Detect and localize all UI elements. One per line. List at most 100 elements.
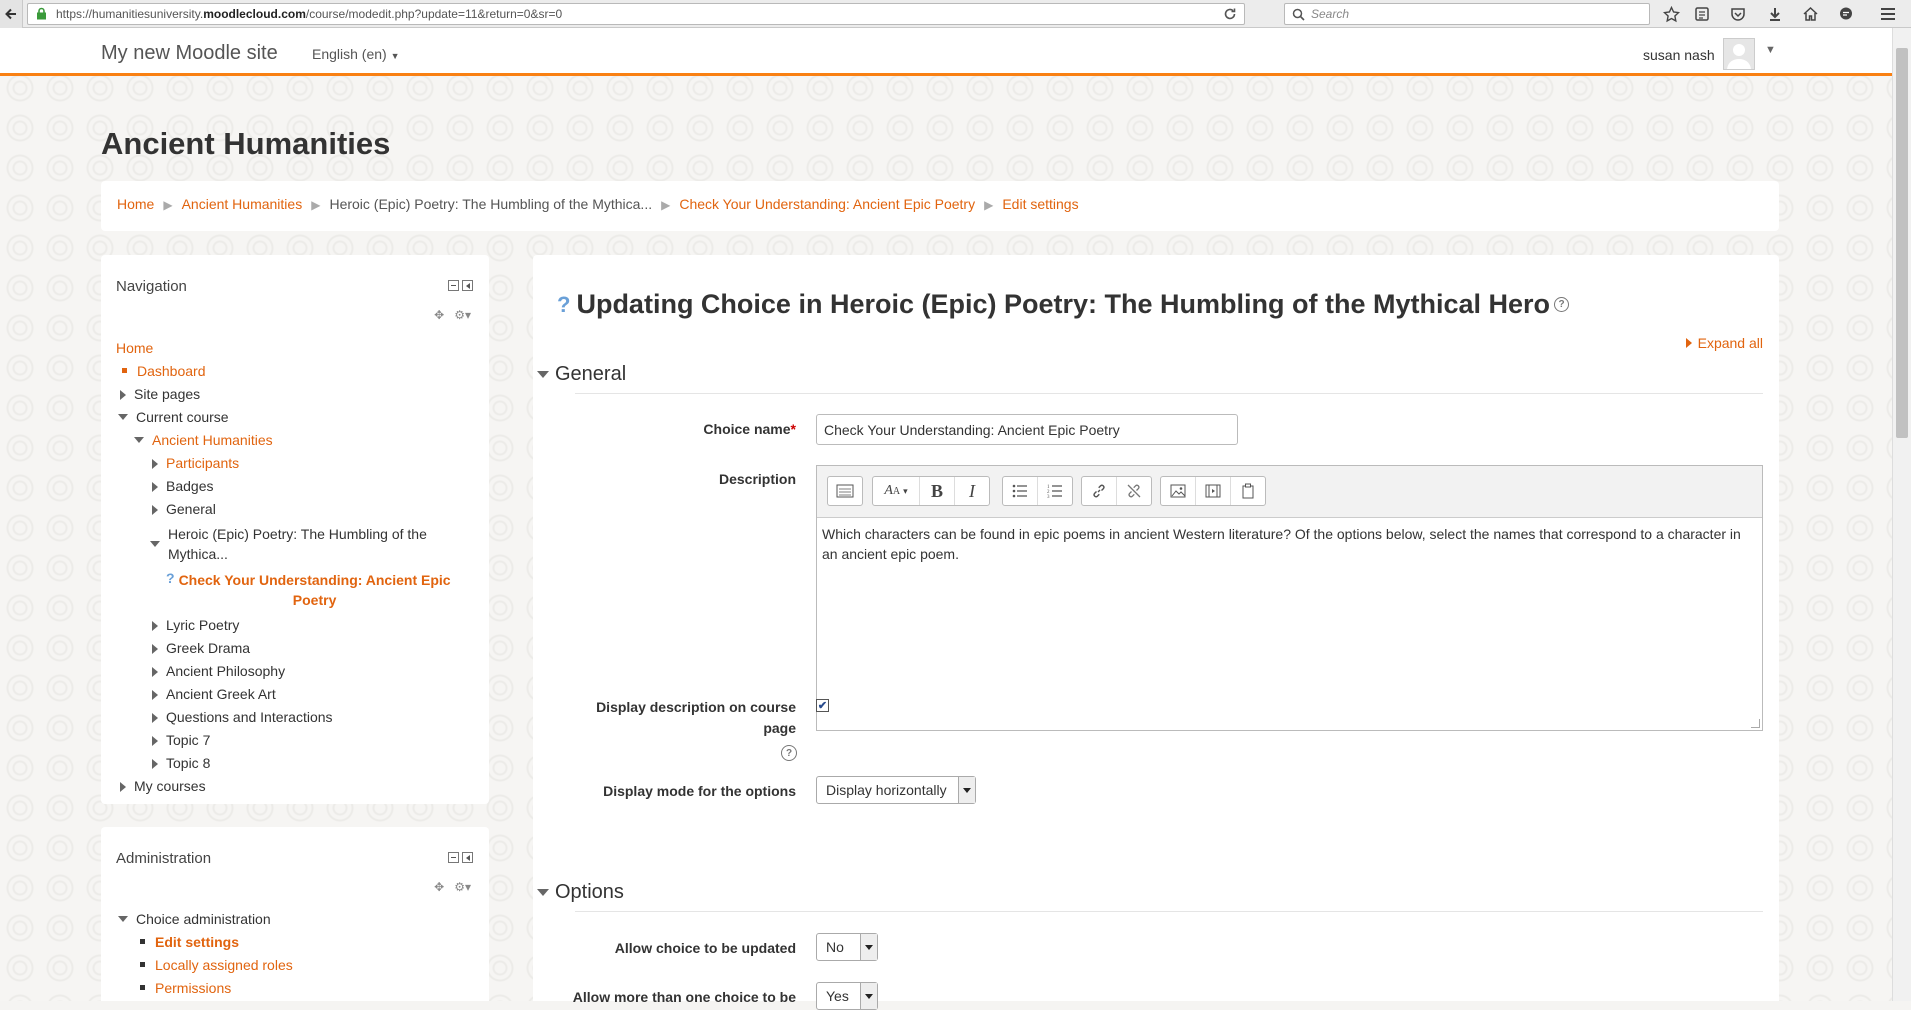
nav-course-link[interactable]: Ancient Humanities [152, 432, 273, 448]
nav-dashboard-link[interactable]: Dashboard [137, 363, 206, 379]
expand-icon[interactable] [152, 690, 158, 700]
description-editor[interactable]: A A ▾ B I 123 Which characters can be foun… [816, 465, 1763, 731]
expand-icon[interactable] [152, 736, 158, 746]
show-more-buttons-icon[interactable] [828, 477, 862, 505]
admin-permissions-link[interactable]: Permissions [155, 980, 231, 996]
description-text[interactable]: Which characters can be found in epic po… [817, 518, 1762, 570]
collapse-icon[interactable] [118, 414, 128, 420]
toolbar-group-toggle [827, 476, 863, 506]
user-name[interactable]: susan nash [1643, 47, 1715, 63]
nav-my-courses-label[interactable]: My courses [134, 778, 206, 794]
general-section-header[interactable]: General [537, 363, 626, 386]
expand-icon[interactable] [152, 644, 158, 654]
breadcrumb-activity[interactable]: Check Your Understanding: Ancient Epic P… [679, 196, 975, 212]
italic-icon[interactable]: I [954, 477, 989, 505]
insert-image-icon[interactable] [1161, 477, 1195, 505]
bookmark-star-icon[interactable] [1662, 5, 1680, 23]
insert-media-icon[interactable] [1195, 477, 1230, 505]
collapse-icon[interactable] [134, 437, 144, 443]
download-icon[interactable] [1766, 5, 1784, 23]
page-scrollbar[interactable] [1892, 28, 1911, 1001]
admin-local-roles-link[interactable]: Locally assigned roles [155, 957, 293, 973]
reload-icon[interactable] [1222, 6, 1238, 22]
nav-topic7-label[interactable]: Topic 7 [166, 732, 210, 748]
help-icon[interactable]: ? [1554, 297, 1570, 312]
nav-heroic-label[interactable]: Heroic (Epic) Poetry: The Humbling of th… [168, 524, 427, 564]
move-icon[interactable]: ✥ [434, 308, 444, 322]
paragraph-styles-icon[interactable]: A A ▾ [873, 477, 919, 505]
admin-edit-settings-link[interactable]: Edit settings [155, 934, 239, 950]
admin-choice-admin-label[interactable]: Choice administration [136, 911, 271, 927]
bold-icon[interactable]: B [919, 477, 954, 505]
language-menu[interactable]: English (en) ▼ [312, 46, 400, 62]
block-actions: ✥ ⚙▾ [434, 308, 471, 322]
nav-questions-label[interactable]: Questions and Interactions [166, 709, 333, 725]
expand-icon[interactable] [152, 505, 158, 515]
nav-check-understanding-link[interactable]: Check Your Understanding: Ancient Epic Po… [179, 570, 451, 610]
expand-icon[interactable] [152, 459, 158, 469]
pocket-icon[interactable] [1729, 5, 1747, 23]
menu-icon[interactable] [1879, 5, 1897, 23]
site-navbar: My new Moodle site English (en) ▼ susan … [0, 28, 1892, 76]
address-bar[interactable]: https://humanitiesuniversity.moodlecloud… [27, 3, 1245, 25]
display-mode-select[interactable]: Display horizontally [816, 776, 976, 804]
nav-participants-link[interactable]: Participants [166, 455, 239, 471]
expand-icon[interactable] [120, 782, 126, 792]
expand-icon[interactable] [152, 621, 158, 631]
nav-item-dashboard: Dashboard [122, 363, 206, 379]
nav-badges-label[interactable]: Badges [166, 478, 213, 494]
back-button[interactable] [0, 0, 23, 28]
nav-general-label[interactable]: General [166, 501, 216, 517]
ordered-list-icon[interactable]: 123 [1037, 477, 1072, 505]
nav-current-course-label[interactable]: Current course [136, 409, 229, 425]
dropdown-arrow-icon [860, 983, 877, 1009]
collapse-icon[interactable] [150, 541, 160, 547]
expand-all-link[interactable]: Expand all [1685, 335, 1763, 351]
chat-icon[interactable] [1837, 5, 1855, 23]
nav-home-link[interactable]: Home [116, 340, 153, 356]
allow-multiple-select[interactable]: Yes [816, 982, 878, 1010]
choice-name-input[interactable] [816, 414, 1238, 445]
avatar[interactable] [1723, 38, 1755, 70]
link-icon[interactable] [1082, 477, 1116, 505]
url-path: /course/modedit.php?update=11&return=0&s… [305, 7, 563, 21]
expand-icon[interactable] [152, 667, 158, 677]
nav-philosophy-label[interactable]: Ancient Philosophy [166, 663, 285, 679]
unlink-icon[interactable] [1116, 477, 1151, 505]
expand-icon[interactable] [152, 482, 158, 492]
display-description-checkbox[interactable]: ✔ [816, 699, 829, 712]
gear-icon[interactable]: ⚙▾ [454, 880, 471, 894]
minimize-block-icon[interactable] [448, 852, 459, 863]
nav-drama-label[interactable]: Greek Drama [166, 640, 250, 656]
unordered-list-icon[interactable] [1003, 477, 1037, 505]
back-arrow-icon [5, 8, 16, 20]
help-icon[interactable]: ? [781, 745, 797, 761]
browser-search-input[interactable]: Search [1284, 3, 1650, 25]
admin-item-edit-settings: Edit settings [140, 934, 239, 950]
nav-art-label[interactable]: Ancient Greek Art [166, 686, 276, 702]
move-icon[interactable]: ✥ [434, 880, 444, 894]
breadcrumb-home[interactable]: Home [117, 196, 154, 212]
dock-block-icon[interactable] [462, 280, 473, 291]
reading-list-icon[interactable] [1693, 5, 1711, 23]
dock-block-icon[interactable] [462, 852, 473, 863]
manage-files-icon[interactable] [1230, 477, 1265, 505]
options-section-header[interactable]: Options [537, 881, 624, 904]
collapse-icon[interactable] [118, 916, 128, 922]
user-menu-caret-icon[interactable]: ▼ [1765, 44, 1776, 56]
resize-handle-icon[interactable] [1751, 719, 1760, 728]
expand-icon[interactable] [152, 713, 158, 723]
site-name-link[interactable]: My new Moodle site [101, 42, 278, 65]
allow-update-select[interactable]: No [816, 933, 878, 961]
home-icon[interactable] [1801, 5, 1819, 23]
expand-icon[interactable] [152, 759, 158, 769]
expand-icon[interactable] [120, 390, 126, 400]
nav-topic8-label[interactable]: Topic 8 [166, 755, 210, 771]
nav-lyric-label[interactable]: Lyric Poetry [166, 617, 239, 633]
nav-site-pages-label[interactable]: Site pages [134, 386, 200, 402]
gear-icon[interactable]: ⚙▾ [454, 308, 471, 322]
breadcrumb-course[interactable]: Ancient Humanities [182, 196, 303, 212]
minimize-block-icon[interactable] [448, 280, 459, 291]
breadcrumb-edit-settings[interactable]: Edit settings [1002, 196, 1078, 212]
scrollbar-thumb[interactable] [1896, 48, 1908, 438]
